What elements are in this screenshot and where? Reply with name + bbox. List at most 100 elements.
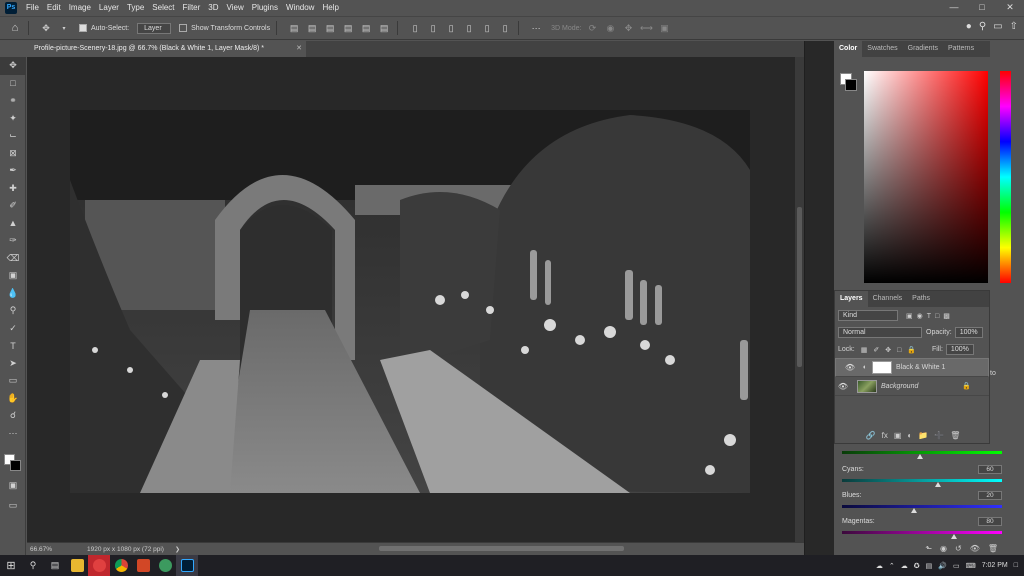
workspace-icon[interactable]: ▭ (993, 21, 1002, 32)
pen-tool-icon[interactable]: ✓ (0, 320, 26, 338)
photoshop-taskbar-icon[interactable] (176, 555, 198, 576)
eye-icon[interactable]: 👁 (835, 382, 851, 391)
delete-layer-icon[interactable]: 🗑 (950, 431, 960, 440)
weather-icon[interactable]: ☁ (876, 562, 883, 570)
new-layer-icon[interactable]: ➕ (934, 431, 944, 440)
zoom-tool-icon[interactable]: ☌ (0, 407, 26, 425)
keyboard-icon[interactable]: ⌨ (966, 562, 976, 570)
blues-value[interactable]: 20 (978, 491, 1002, 500)
menu-help[interactable]: Help (318, 3, 342, 12)
color-background-swatch[interactable] (845, 79, 857, 91)
layer-black-white[interactable]: 👁 ◐ Black & White 1 (835, 358, 989, 377)
more-options-icon[interactable]: ⋯ (529, 22, 543, 34)
menu-plugins[interactable]: Plugins (248, 3, 282, 12)
hue-slider[interactable] (1000, 71, 1011, 283)
slide-3d-icon[interactable]: ⟷ (639, 22, 653, 34)
search-icon[interactable]: ⚲ (979, 21, 986, 32)
distribute-vcenter-icon[interactable]: ▯ (426, 22, 440, 34)
battery-icon[interactable]: ▭ (953, 562, 960, 570)
distribute-hcenter-icon[interactable]: ▯ (480, 22, 494, 34)
scale-3d-icon[interactable]: ▣ (657, 22, 671, 34)
move-tool-icon[interactable]: ✥ (39, 22, 53, 34)
document-canvas[interactable] (70, 110, 750, 493)
search-icon[interactable]: ⚲ (22, 555, 44, 576)
reset-icon[interactable]: ↺ (955, 544, 962, 553)
layer-filter-icons[interactable]: ▣◉T□▩ (906, 312, 954, 320)
background-color-swatch[interactable] (10, 460, 21, 471)
menu-image[interactable]: Image (65, 3, 95, 12)
app-green-icon[interactable] (154, 555, 176, 576)
orbit-3d-icon[interactable]: ⟳ (585, 22, 599, 34)
tab-channels[interactable]: Channels (868, 291, 908, 307)
tab-swatches[interactable]: Swatches (862, 41, 902, 57)
cyans-slider-knob[interactable] (935, 482, 941, 487)
onedrive-icon[interactable]: ☁ (901, 562, 908, 570)
blur-tool-icon[interactable]: 💧 (0, 285, 26, 303)
blend-mode-dropdown[interactable]: Normal (838, 327, 922, 338)
maximize-icon[interactable]: □ (968, 0, 996, 15)
status-chevron-icon[interactable]: ❯ (175, 546, 180, 553)
volume-icon[interactable]: 🔊 (938, 562, 947, 570)
add-mask-icon[interactable]: ▣ (894, 431, 902, 440)
layer-mask-thumbnail[interactable] (872, 361, 892, 374)
crop-tool-icon[interactable]: ⌙ (0, 127, 26, 145)
auto-select-checkbox[interactable] (79, 24, 87, 32)
powerpoint-icon[interactable] (132, 555, 154, 576)
magentas-value[interactable]: 80 (978, 517, 1002, 526)
clone-stamp-tool-icon[interactable]: ▲ (0, 215, 26, 233)
network-icon[interactable]: ▤ (926, 562, 933, 570)
link-layers-icon[interactable]: 🔗 (866, 431, 876, 440)
adjustment-layer-icon[interactable]: ◐ (907, 431, 912, 440)
zoom-level[interactable]: 66.67% (27, 546, 57, 553)
tab-patterns[interactable]: Patterns (943, 41, 979, 57)
menu-edit[interactable]: Edit (43, 3, 65, 12)
menu-window[interactable]: Window (282, 3, 318, 12)
align-hcenter-icon[interactable]: ▤ (359, 22, 373, 34)
history-brush-tool-icon[interactable]: ✑ (0, 232, 26, 250)
greens-slider-knob[interactable] (917, 454, 923, 459)
windows-start-icon[interactable]: ⊞ (0, 555, 22, 576)
chevron-up-icon[interactable]: ⌃ (889, 562, 895, 570)
home-icon[interactable]: ⌂ (8, 22, 22, 34)
group-icon[interactable]: 📁 (918, 431, 928, 440)
fx-icon[interactable]: fx (882, 431, 888, 440)
tab-color[interactable]: Color (834, 41, 863, 57)
clip-to-layer-icon[interactable]: ⬑ (925, 544, 932, 553)
align-vcenter-icon[interactable]: ▤ (305, 22, 319, 34)
roll-3d-icon[interactable]: ◉ (603, 22, 617, 34)
chrome-icon[interactable] (110, 555, 132, 576)
align-bottom-icon[interactable]: ▤ (323, 22, 337, 34)
fill-input[interactable]: 100% (945, 344, 974, 355)
menu-layer[interactable]: Layer (95, 3, 123, 12)
brush-tool-icon[interactable]: ✐ (0, 197, 26, 215)
move-tool-icon[interactable]: ✥ (0, 57, 26, 75)
blues-slider-knob[interactable] (911, 508, 917, 513)
lasso-tool-icon[interactable]: ⚭ (0, 92, 26, 110)
delete-icon[interactable]: 🗑 (988, 544, 998, 553)
chevron-down-icon[interactable]: ▾ (57, 22, 71, 34)
distribute-top-icon[interactable]: ▯ (408, 22, 422, 34)
quick-mask-icon[interactable]: ▣ (0, 477, 26, 495)
edit-toolbar-icon[interactable]: ⋯ (0, 425, 26, 443)
blues-slider-track[interactable] (842, 505, 1002, 508)
bluetooth-icon[interactable]: ✪ (914, 562, 920, 570)
vertical-scrollbar[interactable] (795, 57, 804, 542)
close-tab-icon[interactable]: ✕ (296, 41, 302, 57)
healing-brush-tool-icon[interactable]: ✚ (0, 180, 26, 198)
color-picker-field[interactable] (864, 71, 988, 283)
lock-icons[interactable]: ▦✐✥□🔒 (861, 346, 922, 354)
paint-bucket-tool-icon[interactable]: ▣ (0, 267, 26, 285)
clock-time[interactable]: 7:02 PM (982, 562, 1008, 569)
menu-filter[interactable]: Filter (179, 3, 205, 12)
file-explorer-icon[interactable] (66, 555, 88, 576)
auto-select-dropdown[interactable]: Layer (137, 22, 172, 34)
transform-controls-checkbox[interactable] (179, 24, 188, 32)
eye-icon[interactable]: 👁 (842, 363, 858, 372)
minimize-icon[interactable]: — (940, 0, 968, 15)
task-view-icon[interactable]: ▤ (44, 555, 66, 576)
menu-file[interactable]: File (22, 3, 43, 12)
distribute-left-icon[interactable]: ▯ (462, 22, 476, 34)
visibility-icon[interactable]: 👁 (970, 544, 980, 553)
opacity-input[interactable]: 100% (954, 327, 983, 338)
close-icon[interactable]: ✕ (996, 0, 1024, 15)
